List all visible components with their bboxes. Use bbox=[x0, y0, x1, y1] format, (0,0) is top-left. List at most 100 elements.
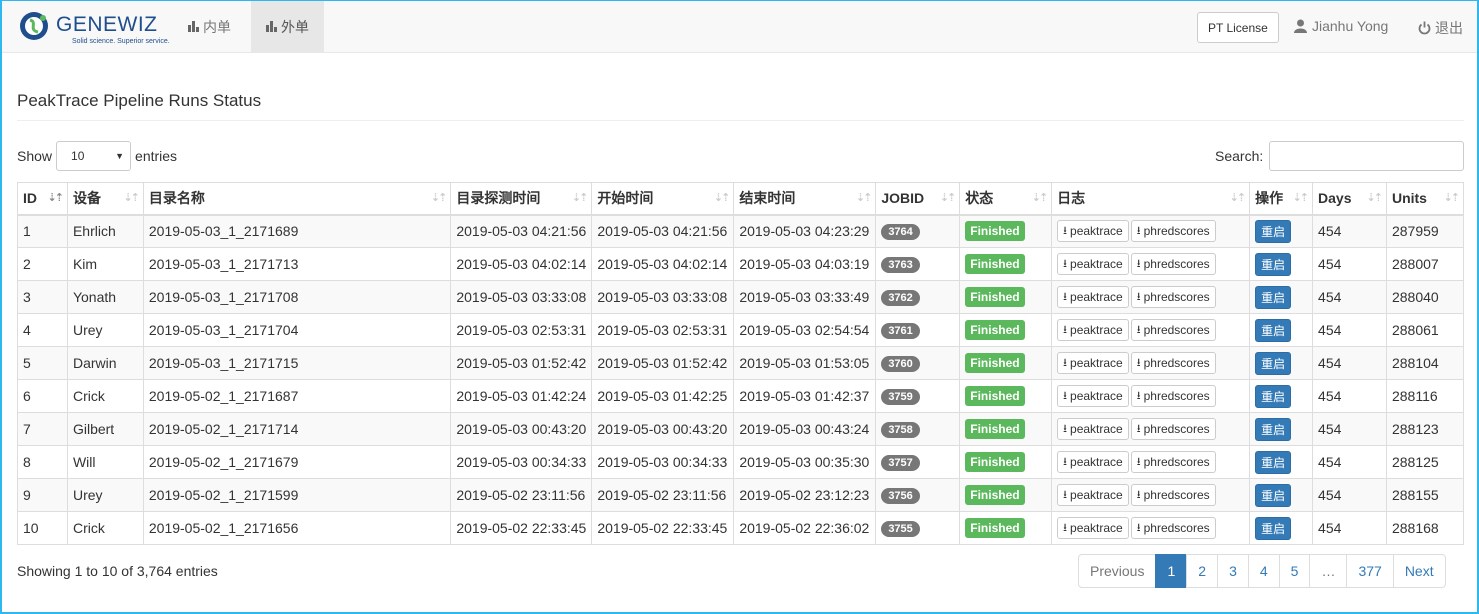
cell-action: 重启 bbox=[1249, 313, 1314, 347]
download-icon: ⭳ bbox=[1063, 290, 1068, 303]
cell-days: 454 bbox=[1312, 379, 1387, 413]
phredscores-log-label: phredscores bbox=[1143, 455, 1210, 469]
sort-icon: ⇣⇡ bbox=[713, 192, 731, 204]
jobid-badge: 3757 bbox=[881, 455, 920, 471]
peaktrace-log-button[interactable]: ⭳ peaktrace bbox=[1057, 352, 1129, 374]
pt-license-button[interactable]: PT License bbox=[1197, 12, 1279, 43]
peaktrace-log-button[interactable]: ⭳ peaktrace bbox=[1057, 385, 1129, 407]
download-icon: ⭳ bbox=[1136, 323, 1141, 336]
pagination-page[interactable]: 2 bbox=[1186, 554, 1219, 588]
phredscores-log-button[interactable]: ⭳ phredscores bbox=[1130, 319, 1216, 341]
column-header-status[interactable]: 状态 ⇣⇡ bbox=[959, 182, 1053, 216]
restart-button[interactable]: 重启 bbox=[1255, 252, 1292, 276]
restart-button[interactable]: 重启 bbox=[1255, 219, 1292, 243]
cell-end-time: 2019-05-03 01:53:05 bbox=[733, 346, 877, 380]
cell-end-time: 2019-05-03 00:35:30 bbox=[733, 445, 877, 479]
runs-table: ID ⇣⇡ 设备 ⇣⇡ 目录名称 ⇣⇡ 目录探测时间 ⇣⇡ 开始时间 ⇣⇡ 结束时间 ⇣⇡ … bbox=[17, 182, 1465, 545]
cell-id: 4 bbox=[17, 313, 68, 347]
phredscores-log-button[interactable]: ⭳ phredscores bbox=[1130, 451, 1216, 473]
table-row: 6 Crick 2019-05-02_1_2171687 2019-05-03 01:… bbox=[17, 379, 1465, 413]
download-icon: ⭳ bbox=[1063, 455, 1068, 468]
restart-button[interactable]: 重启 bbox=[1255, 384, 1292, 408]
cell-detect-time: 2019-05-03 04:02:14 bbox=[450, 247, 593, 281]
pagination-page[interactable]: 3 bbox=[1217, 554, 1249, 588]
table-row: 7 Gilbert 2019-05-02_1_2171714 2019-05-03 0… bbox=[17, 412, 1465, 446]
page-length-select[interactable]: 10 ▼ bbox=[56, 141, 132, 171]
column-header-end-time[interactable]: 结束时间 ⇣⇡ bbox=[733, 182, 877, 216]
status-badge: Finished bbox=[965, 287, 1025, 307]
phredscores-log-button[interactable]: ⭳ phredscores bbox=[1130, 418, 1216, 440]
pagination-next[interactable]: Next bbox=[1392, 554, 1446, 588]
pagination-page[interactable]: 377 bbox=[1346, 554, 1394, 588]
phredscores-log-button[interactable]: ⭳ phredscores bbox=[1130, 220, 1216, 243]
cell-action: 重启 bbox=[1249, 511, 1314, 545]
phredscores-log-button[interactable]: ⭳ phredscores bbox=[1130, 484, 1216, 506]
peaktrace-log-button[interactable]: ⭳ peaktrace bbox=[1057, 286, 1129, 308]
cell-status: Finished bbox=[959, 346, 1053, 380]
restart-button[interactable]: 重启 bbox=[1255, 450, 1292, 474]
column-header-device[interactable]: 设备 ⇣⇡ bbox=[66, 182, 144, 216]
restart-button[interactable]: 重启 bbox=[1255, 417, 1292, 441]
cell-action: 重启 bbox=[1249, 412, 1314, 446]
peaktrace-log-button[interactable]: ⭳ peaktrace bbox=[1057, 517, 1129, 539]
cell-jobid: 3755 bbox=[875, 511, 961, 545]
bar-chart-icon bbox=[266, 21, 277, 32]
peaktrace-log-label: peaktrace bbox=[1070, 356, 1123, 370]
pagination-page[interactable]: 4 bbox=[1247, 554, 1280, 588]
peaktrace-log-button[interactable]: ⭳ peaktrace bbox=[1057, 253, 1129, 275]
download-icon: ⭳ bbox=[1136, 422, 1141, 435]
table-row: 4 Urey 2019-05-03_1_2171704 2019-05-03 02:5… bbox=[17, 313, 1465, 347]
cell-device: Crick bbox=[66, 379, 144, 413]
phredscores-log-label: phredscores bbox=[1143, 290, 1210, 304]
cell-id: 6 bbox=[17, 379, 68, 413]
column-header-detect-time[interactable]: 目录探测时间 ⇣⇡ bbox=[450, 182, 593, 216]
cell-start-time: 2019-05-03 02:53:31 bbox=[591, 313, 735, 347]
phredscores-log-button[interactable]: ⭳ phredscores bbox=[1130, 286, 1216, 308]
peaktrace-log-button[interactable]: ⭳ peaktrace bbox=[1057, 484, 1129, 506]
cell-logs: ⭳ peaktrace ⭳ phredscores bbox=[1051, 412, 1251, 446]
phredscores-log-button[interactable]: ⭳ phredscores bbox=[1130, 352, 1216, 374]
restart-button[interactable]: 重启 bbox=[1255, 516, 1292, 540]
restart-button[interactable]: 重启 bbox=[1255, 351, 1292, 375]
peaktrace-log-button[interactable]: ⭳ peaktrace bbox=[1057, 319, 1129, 341]
download-icon: ⭳ bbox=[1136, 488, 1141, 501]
cell-end-time: 2019-05-03 01:42:37 bbox=[733, 379, 877, 413]
cell-units: 288061 bbox=[1385, 313, 1465, 347]
restart-button[interactable]: 重启 bbox=[1255, 285, 1292, 309]
column-header-directory[interactable]: 目录名称 ⇣⇡ bbox=[142, 182, 452, 216]
download-icon: ⭳ bbox=[1063, 356, 1068, 369]
cell-action: 重启 bbox=[1249, 478, 1314, 512]
pagination-page[interactable]: 1 bbox=[1155, 554, 1188, 588]
column-header-days[interactable]: Days ⇣⇡ bbox=[1312, 182, 1387, 216]
restart-button[interactable]: 重启 bbox=[1255, 483, 1292, 507]
peaktrace-log-button[interactable]: ⭳ peaktrace bbox=[1057, 220, 1129, 243]
tab-external-orders[interactable]: 外单 bbox=[251, 1, 324, 52]
cell-detect-time: 2019-05-03 01:42:24 bbox=[450, 379, 593, 413]
cell-status: Finished bbox=[959, 445, 1053, 479]
column-header-start-time[interactable]: 开始时间 ⇣⇡ bbox=[591, 182, 735, 216]
phredscores-log-button[interactable]: ⭳ phredscores bbox=[1130, 385, 1216, 407]
column-header-units[interactable]: Units ⇣⇡ bbox=[1385, 182, 1465, 216]
tab-internal-orders[interactable]: 内单 bbox=[173, 1, 246, 52]
chevron-down-icon: ▼ bbox=[115, 151, 125, 161]
jobid-badge: 3763 bbox=[881, 257, 920, 273]
peaktrace-log-button[interactable]: ⭳ peaktrace bbox=[1057, 451, 1129, 473]
peaktrace-log-button[interactable]: ⭳ peaktrace bbox=[1057, 418, 1129, 440]
column-header-action[interactable]: 操作 ⇣⇡ bbox=[1249, 182, 1314, 216]
cell-logs: ⭳ peaktrace ⭳ phredscores bbox=[1051, 511, 1251, 545]
genewiz-logo[interactable]: GENEWIZ Solid science. Superior service. bbox=[18, 10, 170, 48]
cell-logs: ⭳ peaktrace ⭳ phredscores bbox=[1051, 214, 1251, 248]
column-header-logs[interactable]: 日志 ⇣⇡ bbox=[1051, 182, 1251, 216]
restart-button[interactable]: 重启 bbox=[1255, 318, 1292, 342]
phredscores-log-button[interactable]: ⭳ phredscores bbox=[1130, 517, 1216, 539]
phredscores-log-button[interactable]: ⭳ phredscores bbox=[1130, 253, 1216, 275]
cell-start-time: 2019-05-03 00:43:20 bbox=[591, 412, 735, 446]
column-header-jobid[interactable]: JOBID ⇣⇡ bbox=[875, 182, 961, 216]
pagination-previous[interactable]: Previous bbox=[1078, 554, 1157, 588]
status-badge: Finished bbox=[965, 221, 1025, 242]
logout-link[interactable]: 退出 bbox=[1418, 18, 1463, 38]
pagination-page[interactable]: 5 bbox=[1278, 554, 1311, 588]
user-menu[interactable]: Jianhu Yong bbox=[1294, 18, 1388, 34]
search-input[interactable] bbox=[1269, 141, 1465, 171]
column-header-id[interactable]: ID ⇣⇡ bbox=[17, 182, 68, 216]
